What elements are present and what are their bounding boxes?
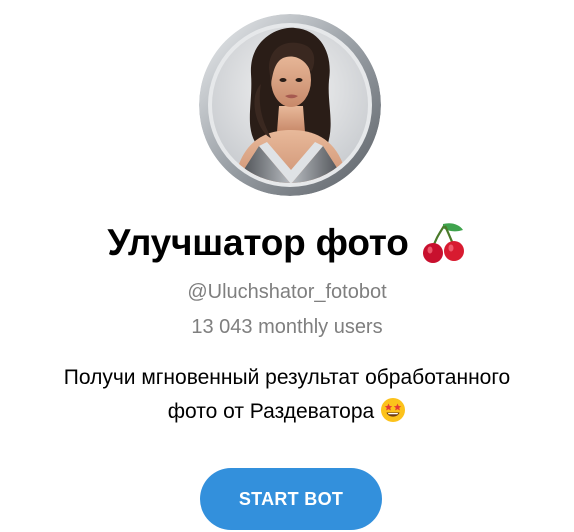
bot-profile-page: Улучшатор фото @Uluchshator_fotobot 13 0… [0,0,574,532]
avatar-portrait-image [199,14,381,196]
bot-description-line-2-wrap: фото от Раздеватора [0,395,574,429]
bot-title: Улучшатор фото [107,222,409,263]
bot-avatar [199,14,381,196]
star-struck-emoji-icon [381,398,406,422]
bot-username: @Uluchshator_fotobot [187,281,387,303]
monthly-users-count: 13 043 monthly users [191,316,383,338]
start-bot-button[interactable]: START BOT [200,468,382,530]
bot-description-line-1: Получи мгновенный результат обработанног… [63,366,511,389]
bot-title-row: Улучшатор фото [0,218,574,268]
bot-description-line-2: фото от Раздеватора [167,400,375,423]
bot-description: Получи мгновенный результат обработанног… [0,361,574,429]
cherries-emoji-icon [422,223,464,263]
